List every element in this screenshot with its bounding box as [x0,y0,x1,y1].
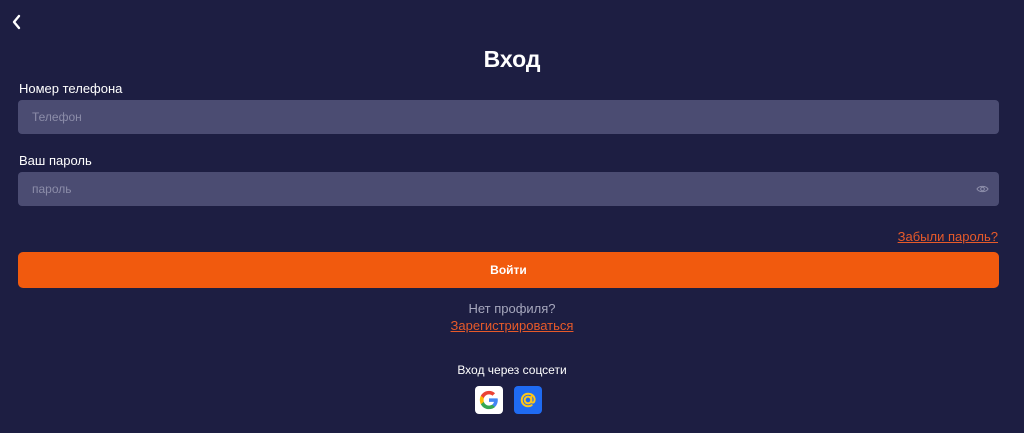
phone-input[interactable] [18,100,999,134]
register-link[interactable]: Зарегистрироваться [451,318,574,333]
page-title: Вход [483,46,541,72]
phone-field-container [18,100,999,134]
forgot-password-link[interactable]: Забыли пароль? [898,229,998,245]
password-input[interactable] [18,172,999,206]
eye-icon[interactable] [976,183,989,195]
social-login-label: Вход через соцсети [457,363,567,377]
password-label: Ваш пароль [19,153,92,168]
back-button[interactable] [8,12,24,32]
no-profile-text: Нет профиля? [468,301,556,316]
social-buttons [475,386,542,414]
google-login-button[interactable] [475,386,503,414]
password-field-container [18,172,999,206]
phone-label: Номер телефона [19,81,123,96]
google-icon [479,390,498,410]
mail-at-icon [520,392,536,408]
login-button[interactable]: Войти [18,252,999,288]
register-row: Зарегистрироваться [0,318,1024,334]
chevron-left-icon [12,14,21,30]
login-page: Вход Номер телефона Ваш пароль Забыли па… [0,0,1024,433]
mail-login-button[interactable] [514,386,542,414]
